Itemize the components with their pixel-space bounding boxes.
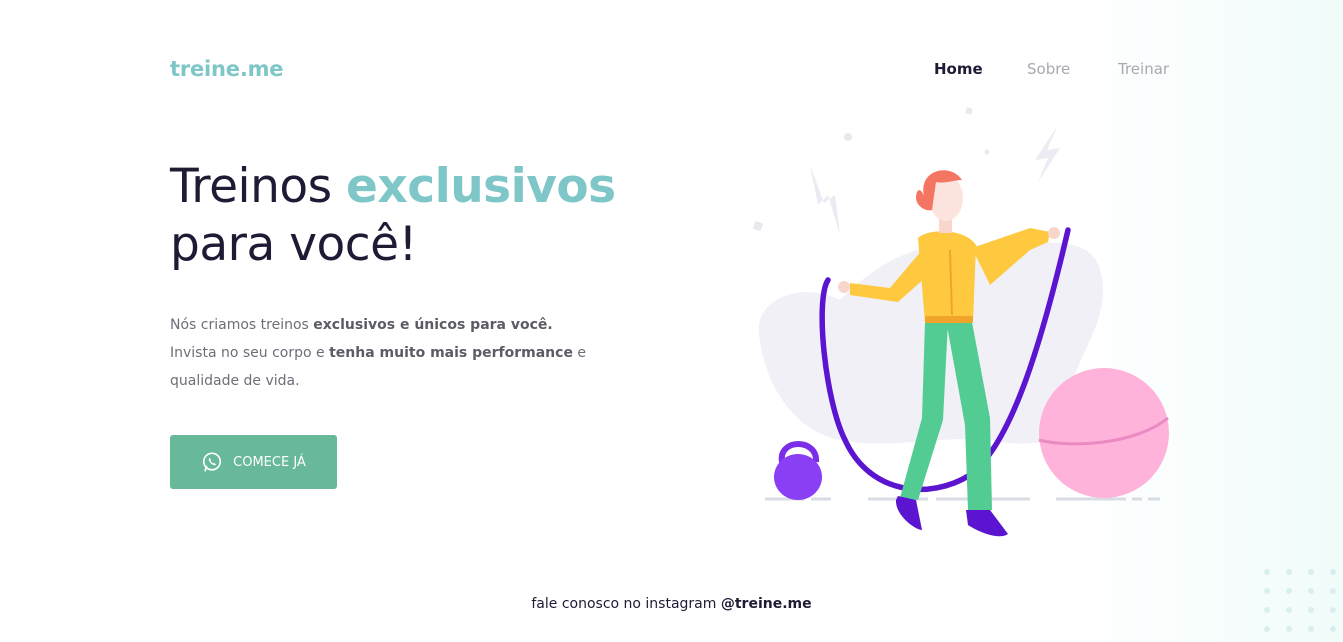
decorative-dot-grid [1263,566,1343,642]
desc-line3: qualidade de vida. [170,373,300,389]
nav-item-sobre[interactable]: Sobre [1027,60,1070,78]
hoodie-band [925,316,973,323]
hero-description: Nós criamos treinos exclusivos e únicos … [170,311,590,395]
main-nav: Home Sobre Treinar [0,60,1343,80]
person-hand-left [838,281,850,293]
hero-title-part1: Treinos [170,159,347,214]
footer-contact: fale conosco no instagram @treine.me [0,596,1343,612]
desc-line1-bold: exclusivos e únicos para você. [313,317,553,333]
footer-text: fale conosco no instagram [531,596,721,612]
desc-line1-plain: Nós criamos treinos [170,317,314,333]
hero-illustration [740,100,1180,550]
fitness-ball [1039,368,1169,498]
nav-item-home[interactable]: Home [934,60,983,78]
comece-ja-button[interactable]: COMECE JÁ [170,435,337,489]
desc-line2-end: e [572,345,587,361]
instagram-handle-link[interactable]: @treine.me [721,596,812,612]
person-hoodie [918,231,976,323]
person-shoe-right [966,510,1008,537]
whatsapp-icon [201,451,223,473]
decor-dot-2 [984,149,990,155]
desc-line2-plain: Invista no seu corpo e [170,345,330,361]
hero-title: Treinos exclusivos para você! [170,158,616,274]
person-hand-right [1048,227,1060,239]
decor-square-2 [752,220,764,232]
nav-item-treinar[interactable]: Treinar [1118,60,1169,78]
kettlebell [774,454,822,500]
decor-square [965,107,973,115]
lightning-icon-2 [1035,125,1060,182]
hero-title-part2: para você! [170,217,417,272]
desc-line2-bold: tenha muito mais performance [329,345,573,361]
decor-dot [844,133,852,141]
comece-ja-label: COMECE JÁ [233,454,306,470]
hero-title-accent: exclusivos [346,159,616,214]
person-shoe-left [895,496,922,530]
lightning-icon [810,165,840,235]
